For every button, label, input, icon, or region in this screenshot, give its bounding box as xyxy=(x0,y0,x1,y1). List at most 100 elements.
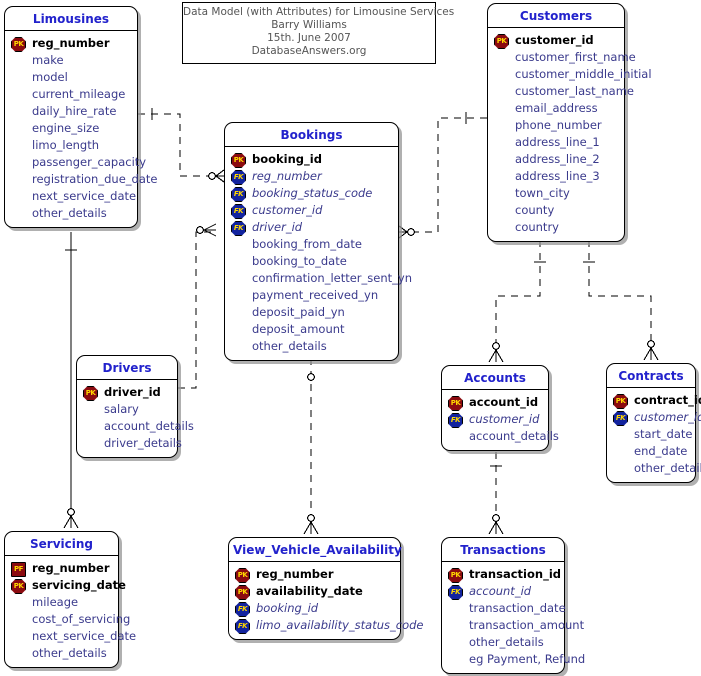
attribute-name: next_service_date xyxy=(32,629,137,643)
pk-key-icon: PK xyxy=(235,568,250,583)
attribute-row: transaction_date xyxy=(446,600,566,617)
attribute-list: PK driver_id salary account_details driver_d… xyxy=(77,380,194,457)
attribute-row: salary xyxy=(81,401,173,418)
attribute-row: address_line_1 xyxy=(492,134,620,151)
entity-servicing[interactable]: Servicing PF reg_number PK servicing_date mil… xyxy=(4,531,136,668)
attribute-name: driver_id xyxy=(252,220,303,234)
diagram-title-note: Data Model (with Attributes) for Limousi… xyxy=(182,2,454,64)
attribute-row: phone_number xyxy=(492,117,620,134)
attribute-name: payment_received_yn xyxy=(252,288,379,302)
entity-title-customers: Customers xyxy=(488,4,624,28)
attribute-name: reg_number xyxy=(32,36,110,50)
attribute-name: limo_length xyxy=(32,138,100,152)
attribute-row: model xyxy=(9,69,133,86)
attribute-name: driver_id xyxy=(104,385,161,399)
attribute-name: address_line_1 xyxy=(515,135,600,149)
attribute-name: account_details xyxy=(469,429,559,443)
attribute-name: booking_from_date xyxy=(252,237,363,251)
attribute-name: deposit_amount xyxy=(252,322,345,336)
attribute-name: contract_id xyxy=(634,393,701,407)
attribute-list: PF reg_number PK servicing_date mileage cost_… xyxy=(5,556,136,667)
fk-key-icon: FK xyxy=(231,204,246,219)
attribute-row: country xyxy=(492,219,620,236)
attribute-name: other_details xyxy=(634,461,701,475)
entity-accounts[interactable]: Accounts PK account_id FK customer_id account… xyxy=(441,365,559,451)
attribute-row: deposit_paid_yn xyxy=(229,304,394,321)
relationship-customers-bookings xyxy=(398,112,487,239)
attribute-list: PK reg_number PK availability_date FK booking… xyxy=(229,562,424,639)
entity-title-drivers: Drivers xyxy=(77,356,177,380)
attribute-name: reg_number xyxy=(252,169,322,183)
attribute-row: PK account_id xyxy=(446,394,544,411)
attribute-name: transaction_id xyxy=(469,567,561,581)
attribute-name: town_city xyxy=(515,186,570,200)
entity-view_vehicle_availability[interactable]: View_Vehicle_Availability PK reg_number PK a… xyxy=(228,537,424,640)
attribute-row: start_date xyxy=(611,426,692,443)
attribute-name: model xyxy=(32,70,68,84)
attribute-name: booking_id xyxy=(252,152,322,166)
attribute-name: confirmation_letter_sent_yn xyxy=(252,271,412,285)
attribute-row: email_address xyxy=(492,100,620,117)
pk-key-icon: PK xyxy=(231,153,246,168)
attribute-name: customer_id xyxy=(252,203,323,217)
attribute-name: availability_date xyxy=(256,584,363,598)
attribute-row: FK reg_number xyxy=(229,168,394,185)
attribute-row: passenger_capacity xyxy=(9,154,146,171)
attribute-row: FK customer_id xyxy=(611,409,701,426)
attribute-row: account_details xyxy=(446,428,559,445)
title-line-date: 15th. June 2007 xyxy=(267,32,351,44)
attribute-row: other_details xyxy=(611,460,701,477)
fk-key-icon: FK xyxy=(448,585,463,600)
entity-bookings[interactable]: Bookings PK booking_id FK reg_number FK bookin… xyxy=(224,122,412,361)
title-line-site: DatabaseAnswers.org xyxy=(251,45,367,57)
attribute-row: next_service_date xyxy=(9,628,136,645)
attribute-name: reg_number xyxy=(32,561,110,575)
entity-transactions[interactable]: Transactions PK transaction_id FK account_id… xyxy=(441,537,585,674)
attribute-row: county xyxy=(492,202,620,219)
attribute-row: make xyxy=(9,52,133,69)
attribute-list: PK booking_id FK reg_number FK booking_status… xyxy=(225,147,412,360)
attribute-name: customer_id xyxy=(634,410,701,424)
fk-key-icon: FK xyxy=(235,602,250,617)
attribute-list: PK customer_id customer_first_name customer… xyxy=(488,28,652,241)
attribute-row: cost_of_servicing xyxy=(9,611,130,628)
attribute-row: FK booking_status_code xyxy=(229,185,394,202)
pk-key-icon: PK xyxy=(11,37,26,52)
entity-title-bookings: Bookings xyxy=(225,123,398,147)
attribute-name: phone_number xyxy=(515,118,602,132)
pk-key-icon: PK xyxy=(613,394,628,409)
fk-key-icon: FK xyxy=(235,619,250,634)
attribute-name: make xyxy=(32,53,64,67)
relationship-customers-contracts xyxy=(583,240,659,361)
attribute-name: deposit_paid_yn xyxy=(252,305,345,319)
attribute-row: address_line_2 xyxy=(492,151,620,168)
entity-contracts[interactable]: Contracts PK contract_id FK customer_id start… xyxy=(606,363,701,483)
attribute-row: customer_last_name xyxy=(492,83,634,100)
attribute-row: limo_length xyxy=(9,137,133,154)
attribute-name: daily_hire_rate xyxy=(32,104,117,118)
pk-key-icon: PK xyxy=(11,579,26,594)
pk-key-icon: PK xyxy=(235,585,250,600)
attribute-name: other_details xyxy=(469,635,544,649)
fk-key-icon: FK xyxy=(231,170,246,185)
attribute-name: registration_due_date xyxy=(32,172,158,186)
entity-title-view_vehicle_availability: View_Vehicle_Availability xyxy=(229,538,402,562)
entity-limousines[interactable]: Limousines PK reg_number make model current_m… xyxy=(4,6,157,228)
entity-customers[interactable]: Customers PK customer_id customer_first_nam… xyxy=(487,3,652,242)
attribute-list: PK transaction_id FK account_id transaction_… xyxy=(442,562,585,673)
attribute-row: transaction_amount xyxy=(446,617,584,634)
entity-drivers[interactable]: Drivers PK driver_id salary account_details d… xyxy=(76,355,194,458)
attribute-row: booking_from_date xyxy=(229,236,394,253)
attribute-name: booking_id xyxy=(256,601,319,615)
attribute-name: other_details xyxy=(252,339,327,353)
attribute-name: transaction_date xyxy=(469,601,566,615)
attribute-row: registration_due_date xyxy=(9,171,157,188)
fk-key-icon: FK xyxy=(613,411,628,426)
attribute-name: mileage xyxy=(32,595,79,609)
relationship-customers-accounts xyxy=(488,240,546,363)
attribute-row: customer_middle_initial xyxy=(492,66,652,83)
attribute-row: current_mileage xyxy=(9,86,133,103)
attribute-name: county xyxy=(515,203,555,217)
attribute-name: transaction_amount xyxy=(469,618,585,632)
attribute-row: PK reg_number xyxy=(233,566,396,583)
